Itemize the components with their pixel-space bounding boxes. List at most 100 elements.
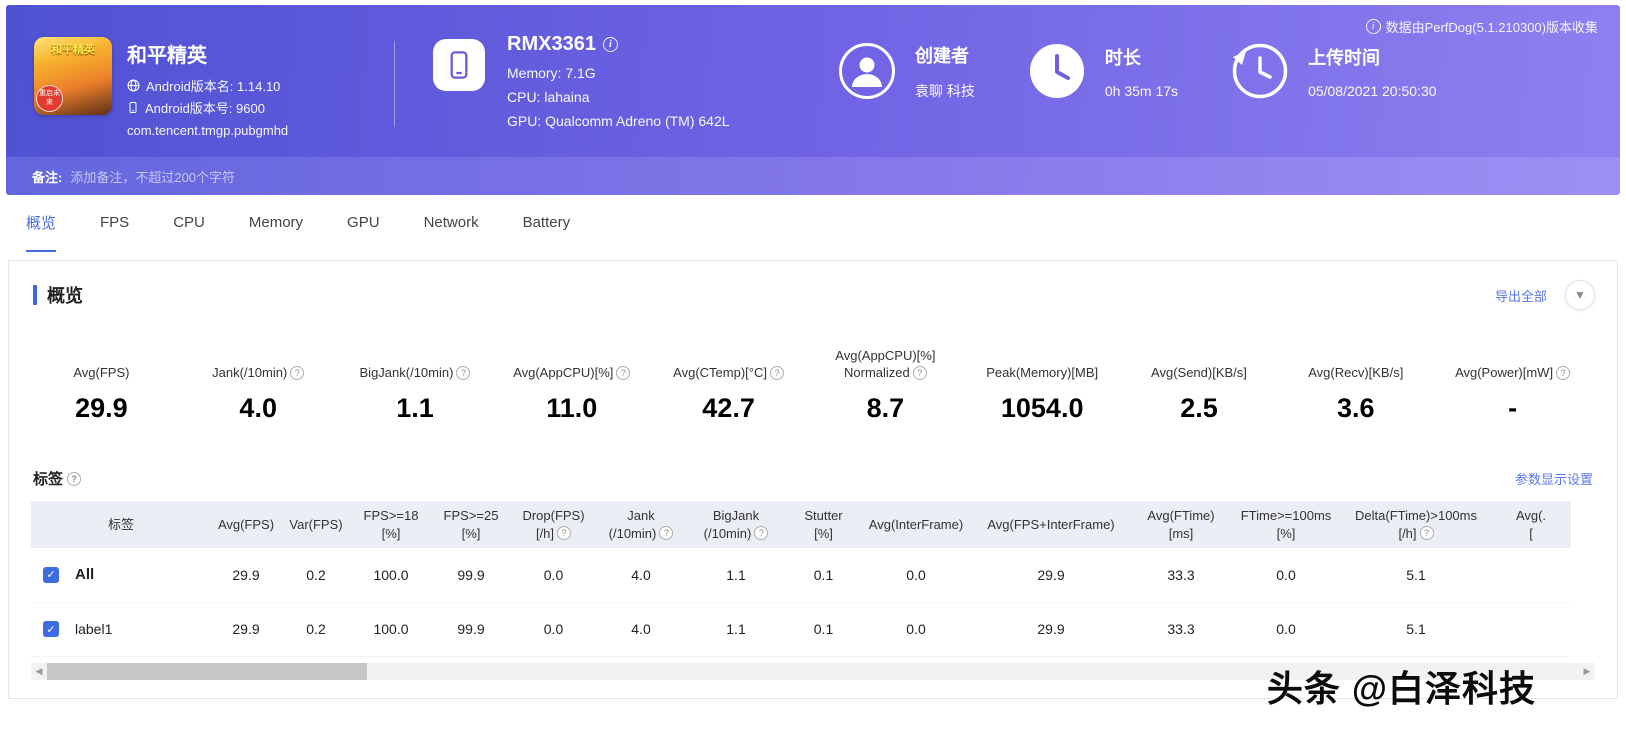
help-icon[interactable]: ? [456, 366, 471, 381]
metric: Avg(FPS) 29.9 [23, 346, 180, 424]
tab-Battery[interactable]: Battery [523, 195, 571, 252]
help-icon[interactable]: ? [912, 366, 927, 381]
cell: 4.0 [596, 602, 686, 657]
scrollbar-thumb[interactable] [47, 662, 367, 680]
cell: 99.9 [431, 602, 511, 657]
help-icon[interactable]: ? [290, 366, 305, 381]
cell: 100.0 [351, 602, 431, 657]
cell: 0.0 [1231, 548, 1341, 603]
remark-label: 备注: [32, 169, 63, 185]
cell: 0.1 [786, 548, 861, 603]
column-header: Avg(.[ [1491, 501, 1571, 549]
help-icon[interactable]: ? [1419, 526, 1434, 541]
tab-Memory[interactable]: Memory [249, 195, 303, 252]
tab-概览[interactable]: 概览 [26, 195, 57, 252]
duration-block: 时长 0h 35m 17s [1027, 41, 1178, 101]
tab-FPS[interactable]: FPS [100, 195, 129, 252]
column-header: Avg(FPS+InterFrame) [971, 501, 1131, 549]
column-header: FPS>=25 [%] [431, 501, 511, 549]
perfdog-report-page: i 数据由PerfDog(5.1.210300)版本收集 和平精英 重启未来 和… [0, 5, 1626, 709]
row-label: label1 [75, 621, 113, 638]
duration-label: 时长 [1104, 47, 1141, 68]
upload-time-value: 05/08/2021 20:50:30 [1308, 82, 1437, 99]
info-icon: i [1365, 19, 1381, 34]
clock-icon [1029, 44, 1084, 98]
help-icon[interactable]: ? [616, 366, 631, 381]
row-checkbox[interactable]: ✓ [43, 566, 59, 583]
device-memory: Memory: 7.1G [507, 65, 596, 81]
help-icon[interactable]: ? [557, 526, 572, 541]
tab-bar: 概览 FPS CPU Memory GPU Network Battery [0, 195, 1626, 252]
history-clock-icon [1232, 43, 1288, 99]
metric: BigJank(/10min)? 1.1 [337, 346, 494, 424]
column-header: Drop(FPS) [/h]? [511, 501, 596, 549]
metric-value: 29.9 [75, 393, 128, 423]
cell: 0.2 [281, 602, 351, 657]
cell [1491, 548, 1571, 603]
scroll-left-arrow[interactable]: ◀ [31, 662, 47, 680]
column-header: Avg(FPS) [211, 501, 281, 549]
app-icon-badge: 重启未来 [36, 85, 63, 112]
collapse-button[interactable]: ▼ [1565, 280, 1595, 310]
column-header: Var(FPS) [281, 501, 351, 549]
cell: 1.1 [686, 602, 786, 657]
globe-icon [127, 79, 140, 92]
duration-meta: 时长 0h 35m 17s [1105, 44, 1178, 99]
column-header: Avg(FTime) [ms] [1131, 501, 1231, 549]
metric-label: Avg(AppCPU)[%] Normalized? [835, 347, 936, 381]
cell: 0.2 [281, 548, 351, 603]
app-version-code: Android版本号: 9600 [127, 98, 288, 117]
label-cell: ✓ All [31, 548, 211, 603]
help-icon[interactable]: ? [769, 366, 784, 381]
cell: 0.0 [861, 548, 971, 603]
device-model: RMX3361 i [507, 33, 730, 56]
collect-info-text: 数据由PerfDog(5.1.210300)版本收集 [1385, 20, 1598, 35]
cell: 33.3 [1131, 602, 1231, 657]
tab-GPU[interactable]: GPU [347, 195, 380, 252]
remark-bar[interactable]: 备注: 添加备注，不超过200个字符 [6, 157, 1620, 195]
metric: Avg(CTemp)[°C]? 42.7 [650, 346, 807, 424]
app-icon: 和平精英 重启未来 [34, 37, 112, 115]
help-icon[interactable]: ? [754, 526, 769, 541]
cell: 29.9 [971, 602, 1131, 657]
labels-title: 标签 ? [33, 468, 82, 489]
help-icon[interactable]: ? [1556, 366, 1571, 381]
tab-Network[interactable]: Network [424, 195, 479, 252]
param-settings-link[interactable]: 参数显示设置 [1515, 469, 1593, 488]
row-checkbox[interactable]: ✓ [43, 621, 59, 638]
metric: Avg(AppCPU)[%] Normalized? 8.7 [807, 346, 964, 424]
device-block: RMX3361 i Memory: 7.1G CPU: lahaina GPU:… [433, 33, 785, 137]
app-block: 和平精英 重启未来 和平精英 Android版本名: 1.14.10 Andro… [34, 37, 394, 138]
app-name: 和平精英 [127, 45, 207, 67]
upload-time-label: 上传时间 [1308, 47, 1381, 68]
column-header: Jank (/10min)? [596, 501, 686, 549]
metric-value: 3.6 [1337, 393, 1375, 423]
export-all-link[interactable]: 导出全部 [1495, 286, 1547, 305]
person-icon [839, 43, 895, 99]
metric-value: 11.0 [546, 393, 598, 423]
header-row: 标签 Avg(FPS) Var(FPS) FPS>=18 [%] FPS>=25 [%] Dr… [31, 501, 1571, 549]
metric-label: Avg(FPS) [73, 365, 130, 381]
cell: 33.3 [1131, 548, 1231, 603]
help-icon[interactable]: ? [659, 526, 674, 541]
column-header: FTime>=100ms [%] [1231, 501, 1341, 549]
column-header: FPS>=18 [%] [351, 501, 431, 549]
device-phone-icon [433, 39, 485, 91]
column-header: Avg(InterFrame) [861, 501, 971, 549]
app-meta: 和平精英 Android版本名: 1.14.10 Android版本号: 960… [127, 37, 288, 138]
creator-meta: 创建者 袁聊 科技 [915, 42, 975, 101]
labels-table: 标签 Avg(FPS) Var(FPS) FPS>=18 [%] FPS>=25 [%] Dr… [31, 501, 1571, 657]
metric-value: 1.1 [396, 393, 434, 423]
cell: 5.1 [1341, 602, 1491, 657]
app-version-name: Android版本名: 1.14.10 [127, 76, 288, 95]
column-header: Stutter [%] [786, 501, 861, 549]
cell: 0.0 [511, 602, 596, 657]
tab-CPU[interactable]: CPU [173, 195, 205, 252]
creator-block: 创建者 袁聊 科技 [837, 41, 975, 101]
cell: 99.9 [431, 548, 511, 603]
device-info-icon[interactable]: i [602, 37, 618, 52]
help-icon[interactable]: ? [67, 471, 82, 486]
cell: 0.0 [861, 602, 971, 657]
scroll-right-arrow[interactable]: ▶ [1579, 662, 1595, 680]
overview-title: 概览 [47, 286, 83, 306]
